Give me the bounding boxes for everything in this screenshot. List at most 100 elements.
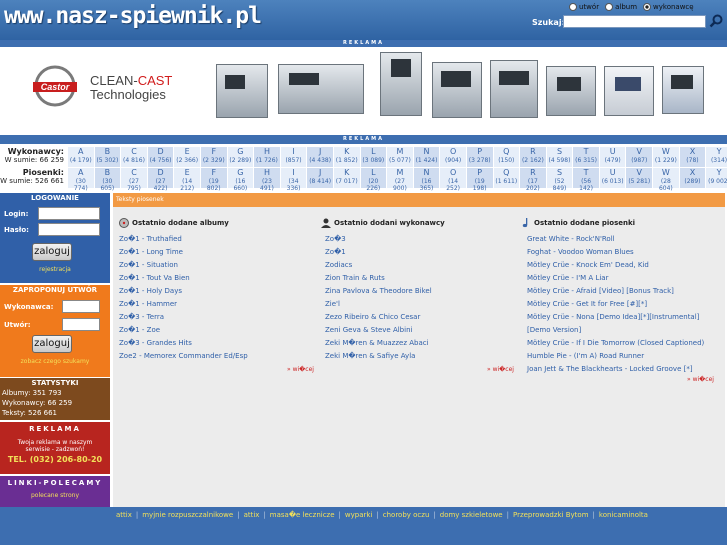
performer-item[interactable]: Zion Train & Ruts <box>325 272 521 285</box>
performers-letter-label[interactable]: A <box>68 147 94 157</box>
propose-link[interactable]: zobacz czego szukamy <box>0 358 110 365</box>
songs-letter-w[interactable]: W (28 604) <box>653 168 680 192</box>
performers-letter-label[interactable]: T <box>573 147 599 157</box>
performers-letter-t[interactable]: T (6 315) <box>573 147 600 167</box>
songs-letter-label[interactable]: U <box>600 168 626 178</box>
song-item[interactable]: Mötley Crüe - Knock Em' Dead, Kid <box>527 259 721 272</box>
footer-link[interactable]: masa�e lecznicze <box>270 511 335 519</box>
album-item[interactable]: Zo�1 - Truthafied <box>119 233 319 246</box>
performers-letter-label[interactable]: Q <box>494 147 520 157</box>
songs-letter-label[interactable]: E <box>174 168 200 178</box>
performers-letter-label[interactable]: J <box>307 147 333 157</box>
performers-letter-u[interactable]: U (479) <box>599 147 627 167</box>
songs-letter-v[interactable]: V (5 281) <box>626 168 654 188</box>
radio-song-circle[interactable] <box>569 3 577 11</box>
songs-letter-g[interactable]: G (16 660) <box>227 168 255 192</box>
songs-letter-h[interactable]: H (23 491) <box>254 168 281 192</box>
performers-letter-e[interactable]: E (2 366) <box>174 147 201 167</box>
songs-letter-a[interactable]: A (30 774) <box>68 168 95 192</box>
performers-letter-k[interactable]: K (1 852) <box>333 147 361 167</box>
songs-letter-label[interactable]: I <box>281 168 307 178</box>
performers-letter-s[interactable]: S (4 598) <box>546 147 574 167</box>
footer-link[interactable]: konicaminolta <box>599 511 648 519</box>
performers-letter-h[interactable]: H (1 726) <box>254 147 281 167</box>
footer-link[interactable]: domy szkieletowe <box>440 511 503 519</box>
songs-letter-k[interactable]: K (7 017) <box>333 168 361 188</box>
songs-letter-o[interactable]: O (14 252) <box>440 168 467 192</box>
song-item[interactable]: Mötley Crüe - If I Die Tomorrow (Closed … <box>527 337 721 350</box>
performers-letter-label[interactable]: M <box>387 147 413 157</box>
songs-letter-label[interactable]: Y <box>706 168 727 178</box>
performers-letter-f[interactable]: F (2 329) <box>200 147 228 167</box>
songs-letter-t[interactable]: T (56 142) <box>573 168 600 192</box>
songs-letter-label[interactable]: K <box>334 168 360 178</box>
footer-link[interactable]: choroby oczu <box>383 511 430 519</box>
performers-letter-label[interactable]: C <box>121 147 147 157</box>
songs-letter-l[interactable]: L (20 226) <box>360 168 388 192</box>
performers-more-link[interactable]: » wi�cej <box>487 366 514 373</box>
performers-letter-label[interactable]: I <box>281 147 307 157</box>
performers-letter-label[interactable]: L <box>361 147 387 157</box>
songs-letter-d[interactable]: D (27 422) <box>147 168 175 192</box>
performers-letter-label[interactable]: P <box>467 147 493 157</box>
performers-letter-label[interactable]: R <box>520 147 546 157</box>
songs-letter-label[interactable]: R <box>520 168 546 178</box>
performers-letter-d[interactable]: D (4 756) <box>147 147 175 167</box>
songs-letter-label[interactable]: D <box>148 168 174 178</box>
songs-letter-p[interactable]: P (19 198) <box>466 168 494 192</box>
song-item[interactable]: Joan Jett & The Blackhearts - Locked Gro… <box>527 363 721 376</box>
songs-letter-label[interactable]: A <box>68 168 94 178</box>
songs-letter-label[interactable]: Q <box>494 168 520 178</box>
footer-link[interactable]: wyparki <box>345 511 372 519</box>
performers-letter-v[interactable]: V (987) <box>626 147 654 167</box>
performers-letter-w[interactable]: W (1 229) <box>653 147 680 167</box>
songs-letter-y[interactable]: Y(9 002) <box>706 168 727 188</box>
performers-letter-label[interactable]: V <box>626 147 652 157</box>
radio-song[interactable]: utwór <box>569 3 599 11</box>
login-button[interactable]: zaloguj <box>32 243 72 261</box>
performers-letter-label[interactable]: S <box>547 147 573 157</box>
song-item[interactable]: Foghat - Voodoo Woman Blues <box>527 246 721 259</box>
songs-letter-q[interactable]: Q (1 611) <box>493 168 521 188</box>
login-input[interactable] <box>38 207 100 220</box>
songs-letter-n[interactable]: N (16 365) <box>413 168 441 192</box>
songs-letter-label[interactable]: C <box>121 168 147 178</box>
album-item[interactable]: Zo�1 - Holy Days <box>119 285 319 298</box>
search-input[interactable] <box>563 15 706 28</box>
search-icon[interactable] <box>709 14 723 28</box>
propose-song-input[interactable] <box>62 318 100 331</box>
album-item[interactable]: Zo�1 - Situation <box>119 259 319 272</box>
song-item[interactable]: Humble Pie - (I'm A) Road Runner <box>527 350 721 363</box>
songs-letter-label[interactable]: X <box>680 168 706 178</box>
footer-link[interactable]: attix <box>116 511 132 519</box>
performers-letter-q[interactable]: Q (150) <box>493 147 521 167</box>
performers-letter-n[interactable]: N (1 424) <box>413 147 441 167</box>
songs-letter-label[interactable]: N <box>414 168 440 178</box>
songs-letter-x[interactable]: X (289) <box>679 168 707 188</box>
performers-letter-label[interactable]: D <box>148 147 174 157</box>
performers-letter-label[interactable]: U <box>600 147 626 157</box>
performers-letter-label[interactable]: K <box>334 147 360 157</box>
performers-letter-l[interactable]: L (3 089) <box>360 147 388 167</box>
password-input[interactable] <box>38 223 100 236</box>
songs-letter-u[interactable]: U (6 013) <box>599 168 627 188</box>
song-item[interactable]: Mötley Crüe - Get It for Free [#][*] <box>527 298 721 311</box>
performers-letter-r[interactable]: R (2 162) <box>520 147 547 167</box>
performers-letter-o[interactable]: O (904) <box>440 147 467 167</box>
performers-letter-j[interactable]: J (4 438) <box>307 147 334 167</box>
performers-letter-i[interactable]: I (857) <box>280 147 308 167</box>
performers-letter-b[interactable]: B (5 302) <box>94 147 122 167</box>
performer-item[interactable]: Zie'l <box>325 298 521 311</box>
links-recommended[interactable]: polecane strony <box>0 492 110 499</box>
album-item[interactable]: Zo�1 - Tout Va Bien <box>119 272 319 285</box>
songs-letter-label[interactable]: W <box>653 168 679 178</box>
album-item[interactable]: Zo�1 - Long Time <box>119 246 319 259</box>
performers-letter-label[interactable]: H <box>254 147 280 157</box>
performers-letter-label[interactable]: X <box>680 147 706 157</box>
performer-item[interactable]: Zodiacs <box>325 259 521 272</box>
performers-letter-a[interactable]: A (4 179) <box>68 147 95 167</box>
songs-letter-s[interactable]: S (52 849) <box>546 168 574 192</box>
performers-letter-label[interactable]: F <box>201 147 227 157</box>
performers-letter-label[interactable]: W <box>653 147 679 157</box>
performer-item[interactable]: Zezo Ribeiro & Chico Cesar <box>325 311 521 324</box>
